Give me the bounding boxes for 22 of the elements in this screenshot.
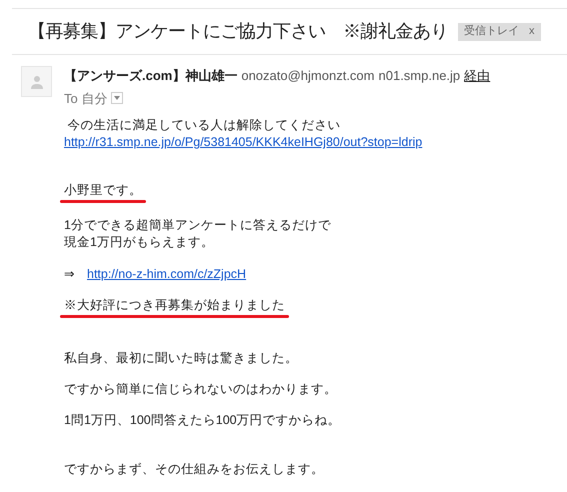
email-subject: 【再募集】アンケートにご協力下さい ※謝礼金あり bbox=[28, 20, 448, 43]
via-link[interactable]: 経由 bbox=[464, 66, 490, 86]
message-text: 1問1万円、100問答えたら100万円ですからね。 bbox=[64, 412, 341, 429]
message-text: 小野里です。 bbox=[64, 182, 142, 199]
message-text: 私自身、最初に聞いた時は驚きました。 bbox=[64, 350, 298, 367]
person-icon bbox=[30, 74, 44, 88]
message-text: 今の生活に満足している人は解除してください bbox=[66, 117, 340, 134]
message-text: ※大好評につき再募集が始まりました bbox=[64, 297, 285, 314]
sender-name: 【アンサーズ.com】神山雄一 bbox=[64, 67, 238, 85]
caret-icon bbox=[114, 96, 120, 100]
arrow-symbol: ⇒ bbox=[64, 266, 75, 283]
message-link[interactable]: http://r31.smp.ne.jp/o/Pg/5381405/KKK4keIHGj80/out?stop=ldrip bbox=[64, 134, 422, 150]
inbox-label[interactable]: 受信トレイ x bbox=[458, 22, 540, 40]
message-text: 1分でできる超簡単アンケートに答えるだけで 現金1万円がもらえます。 bbox=[64, 217, 331, 251]
sender-email: onozato@hjmonzt.com bbox=[241, 67, 374, 85]
via-host: n01.smp.ne.jp bbox=[378, 67, 460, 85]
details-dropdown[interactable] bbox=[111, 92, 124, 104]
message-link[interactable]: http://no-z-him.com/c/zZjpcH bbox=[87, 265, 246, 283]
remove-label-button[interactable]: x bbox=[529, 23, 534, 40]
recipient-text: To 自分 bbox=[64, 90, 108, 108]
message-text: ですから簡単に信じられないのはわかります。 bbox=[64, 381, 337, 398]
message-text: ですからまず、その仕組みをお伝えします。 bbox=[64, 461, 324, 478]
